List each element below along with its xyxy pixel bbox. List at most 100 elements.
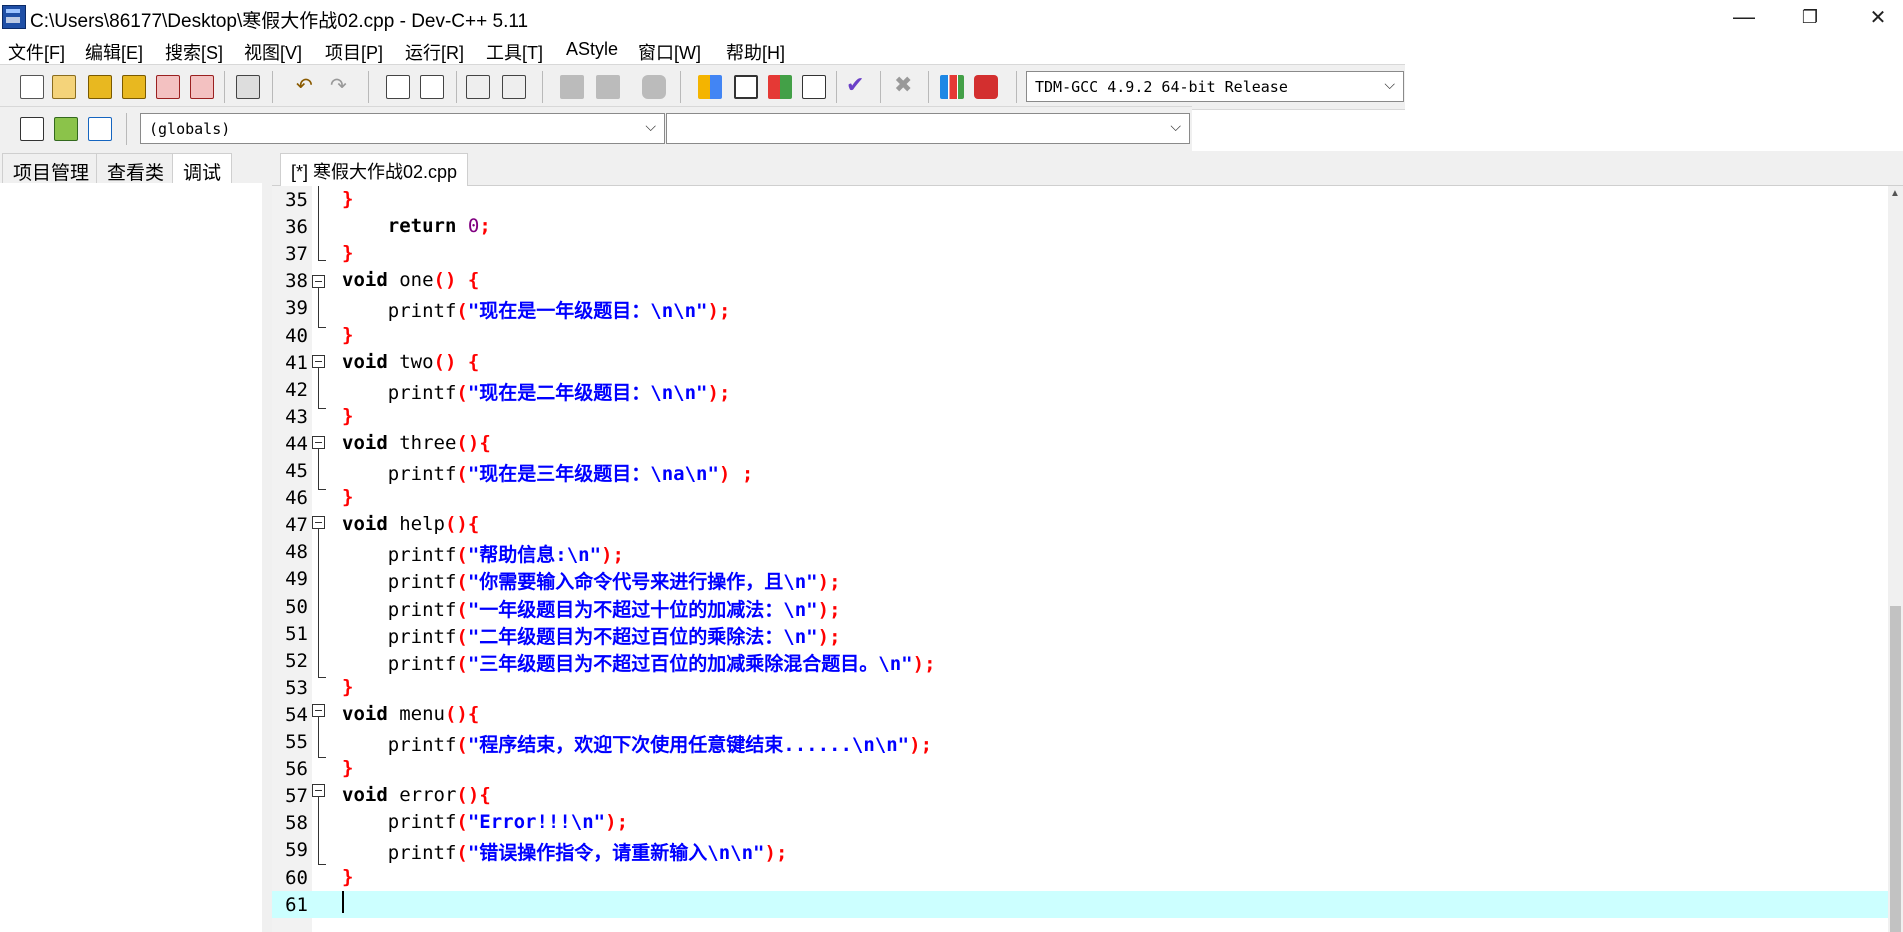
code-line[interactable]: 36 return 0; — [272, 213, 1888, 240]
print-icon[interactable] — [236, 75, 260, 99]
code-text[interactable]: printf("帮助信息:\n"); — [342, 540, 624, 567]
code-text[interactable]: } — [342, 866, 353, 888]
goto-declaration-icon[interactable] — [54, 117, 78, 141]
code-line[interactable]: 47 void help(){ — [272, 511, 1888, 538]
menu-file[interactable]: 文件[F] — [8, 39, 65, 65]
unindent-icon[interactable] — [502, 75, 526, 99]
devcpp-app-icon[interactable] — [2, 5, 26, 29]
goto-line-icon[interactable] — [642, 75, 666, 99]
replace-icon[interactable] — [420, 75, 444, 99]
code-line[interactable]: 45 printf("现在是三年级题目：\na\n") ; — [272, 457, 1888, 486]
code-text[interactable]: printf("Error!!!\n"); — [342, 811, 628, 833]
new-file-icon[interactable] — [20, 75, 44, 99]
menu-window[interactable]: 窗口[W] — [638, 39, 701, 65]
run-icon[interactable] — [734, 75, 758, 99]
compiler-select[interactable]: TDM-GCC 4.9.2 64-bit Release ⌵ — [1026, 71, 1404, 102]
stop-icon[interactable]: ✖ — [894, 72, 918, 97]
code-text[interactable]: printf("程序结束，欢迎下次使用任意键结束......\n\n"); — [342, 730, 932, 757]
scroll-up-icon[interactable]: ▲ — [1890, 188, 1900, 199]
code-text[interactable]: void one() { — [342, 269, 479, 291]
code-line[interactable]: 60} — [272, 864, 1888, 891]
code-line[interactable]: 37} — [272, 240, 1888, 267]
code-line[interactable]: 51 printf("二年级题目为不超过百位的乘除法：\n"); — [272, 620, 1888, 649]
member-select[interactable]: ⌵ — [666, 113, 1190, 144]
redo-icon[interactable]: ↷ — [330, 73, 354, 97]
code-text[interactable]: printf("现在是一年级题目：\n\n"); — [342, 296, 731, 323]
fold-toggle-icon[interactable] — [312, 436, 325, 449]
code-text[interactable]: } — [342, 486, 353, 508]
tab-class-browser[interactable]: 查看类 — [96, 153, 176, 184]
close-button[interactable]: ✕ — [1848, 0, 1903, 34]
code-line[interactable]: 55 printf("程序结束，欢迎下次使用任意键结束......\n\n"); — [272, 728, 1888, 757]
restore-button[interactable]: ❐ — [1780, 0, 1840, 34]
undo-icon[interactable]: ↶ — [296, 73, 320, 97]
find-icon[interactable] — [386, 75, 410, 99]
code-text[interactable]: } — [342, 405, 353, 427]
code-line[interactable]: 53} — [272, 674, 1888, 701]
code-line[interactable]: 52 printf("三年级题目为不超过百位的加减乘除混合题目。\n"); — [272, 647, 1888, 675]
close-file-icon[interactable] — [156, 75, 180, 99]
fold-toggle-icon[interactable] — [312, 355, 325, 368]
code-line[interactable]: 54 void menu(){ — [272, 701, 1888, 728]
code-text[interactable]: printf("现在是三年级题目：\na\n") ; — [342, 459, 754, 486]
code-text[interactable]: printf("你需要输入命令代号来进行操作，且\n"); — [342, 567, 841, 594]
code-line[interactable]: 48 printf("帮助信息:\n"); — [272, 538, 1888, 567]
code-line[interactable]: 59 printf("错误操作指令，请重新输入\n\n"); — [272, 836, 1888, 865]
code-text[interactable]: printf("错误操作指令，请重新输入\n\n"); — [342, 838, 788, 865]
insert-icon[interactable] — [20, 117, 44, 141]
code-text[interactable]: void two() { — [342, 351, 479, 373]
code-text[interactable]: void menu(){ — [342, 703, 479, 725]
fold-toggle-icon[interactable] — [312, 275, 325, 288]
save-all-icon[interactable] — [122, 75, 146, 99]
code-text[interactable]: return 0; — [342, 215, 491, 237]
debug-icon[interactable] — [974, 75, 998, 99]
code-line[interactable]: 38 void one() { — [272, 267, 1888, 294]
code-line[interactable]: 43} — [272, 403, 1888, 430]
compile-icon[interactable] — [698, 75, 722, 99]
close-all-icon[interactable] — [190, 75, 214, 99]
code-line[interactable]: 46} — [272, 484, 1888, 511]
tab-file[interactable]: [*] 寒假大作战02.cpp — [280, 153, 469, 186]
code-text[interactable]: printf("现在是二年级题目：\n\n"); — [342, 378, 731, 405]
code-text[interactable]: printf("二年级题目为不超过百位的乘除法：\n"); — [342, 622, 841, 649]
menu-astyle[interactable]: AStyle — [566, 39, 618, 60]
code-text[interactable]: } — [342, 188, 353, 210]
code-line[interactable]: 39 printf("现在是一年级题目：\n\n"); — [272, 294, 1888, 323]
scope-select[interactable]: (globals) ⌵ — [140, 113, 665, 144]
syntax-check-icon[interactable]: ✔ — [846, 72, 870, 97]
menu-edit[interactable]: 编辑[E] — [85, 39, 143, 65]
code-line[interactable]: 44 void three(){ — [272, 430, 1888, 457]
code-text[interactable]: printf("一年级题目为不超过十位的加减法：\n"); — [342, 595, 841, 622]
menu-view[interactable]: 视图[V] — [244, 39, 302, 65]
scrollbar-thumb[interactable] — [1890, 606, 1901, 932]
code-line[interactable]: 58 printf("Error!!!\n"); — [272, 809, 1888, 836]
fold-toggle-icon[interactable] — [312, 516, 325, 529]
fold-toggle-icon[interactable] — [312, 784, 325, 797]
tab-project-manager[interactable]: 项目管理 — [2, 153, 101, 184]
code-text[interactable]: } — [342, 676, 353, 698]
code-text[interactable]: } — [342, 242, 353, 264]
bookmark-prev-icon[interactable] — [560, 75, 584, 99]
code-line[interactable]: 56} — [272, 755, 1888, 782]
indent-icon[interactable] — [466, 75, 490, 99]
menu-tools[interactable]: 工具[T] — [486, 39, 543, 65]
menu-help[interactable]: 帮助[H] — [726, 39, 785, 65]
code-text[interactable]: } — [342, 757, 353, 779]
profile-icon[interactable] — [940, 75, 964, 99]
code-line[interactable]: 35} — [272, 186, 1888, 213]
goto-definition-icon[interactable] — [88, 117, 112, 141]
save-icon[interactable] — [88, 75, 112, 99]
code-text[interactable]: } — [342, 324, 353, 346]
panel-splitter[interactable] — [262, 151, 272, 932]
open-file-icon[interactable] — [52, 75, 76, 99]
vertical-scrollbar[interactable]: ▲ — [1888, 186, 1903, 932]
code-line[interactable]: 49 printf("你需要输入命令代号来进行操作，且\n"); — [272, 565, 1888, 594]
code-line[interactable]: 40} — [272, 322, 1888, 349]
tab-debug[interactable]: 调试 — [172, 153, 233, 184]
bookmark-next-icon[interactable] — [596, 75, 620, 99]
code-line[interactable]: 61 — [272, 890, 1888, 918]
fold-toggle-icon[interactable] — [312, 704, 325, 717]
code-text[interactable]: void help(){ — [342, 513, 479, 535]
menu-search[interactable]: 搜索[S] — [165, 39, 223, 65]
code-line[interactable]: 41 void two() { — [272, 349, 1888, 376]
